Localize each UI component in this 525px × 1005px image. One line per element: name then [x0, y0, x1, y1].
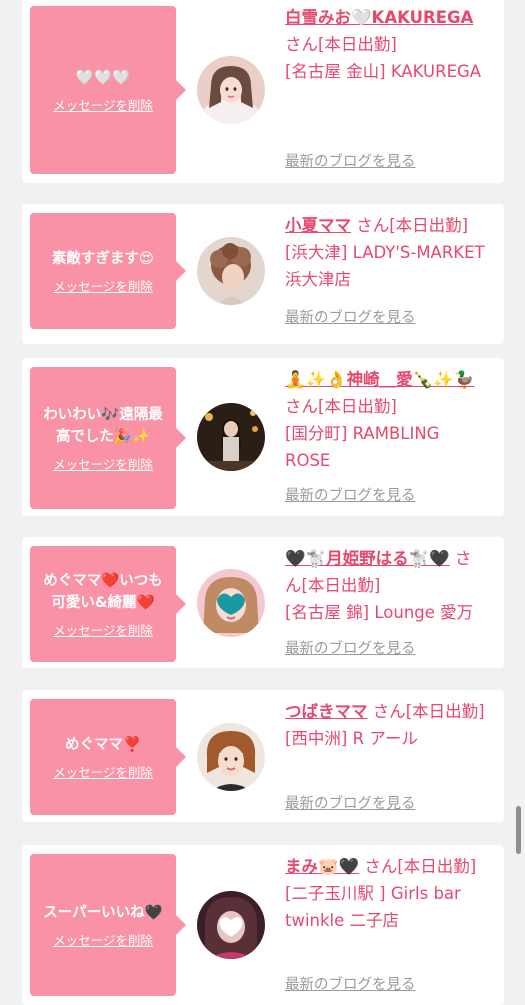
avatar[interactable]: [197, 569, 265, 637]
delete-message-link[interactable]: メッセージを削除: [53, 762, 153, 781]
honorific: さん: [356, 216, 390, 235]
honorific: さん: [364, 857, 398, 876]
message-card: わいわい🎶遠隔最高でした🎉✨ メッセージを削除 🧘✨👌神崎＿愛🍾✨🦆 さん[本日…: [22, 358, 504, 516]
avatar[interactable]: [197, 237, 265, 305]
latest-blog-link[interactable]: 最新のブログを見る: [285, 306, 416, 327]
sender-info: 小夏ママ さん[本日出勤] [浜大津] LADY'S-MARKET 浜大津店: [285, 212, 485, 293]
message-bubble: めぐママ❣️ メッセージを削除: [30, 699, 186, 815]
message-card: めぐママ❣️ メッセージを削除 つばきママ さん[本日出勤] [西中洲] R ア…: [22, 690, 504, 822]
status-text: [本日出勤]: [397, 857, 477, 876]
status-text: [本日出勤]: [405, 702, 485, 721]
message-card: めぐママ❤️いつも可愛い&綺麗❤️ メッセージを削除 🖤🐩月姫野はる🐩🖤 さん[…: [22, 537, 504, 668]
latest-blog-link[interactable]: 最新のブログを見る: [285, 484, 416, 505]
scrollbar-thumb[interactable]: [516, 806, 521, 854]
latest-blog-link[interactable]: 最新のブログを見る: [285, 792, 416, 813]
message-card: 素敵すぎます😍 メッセージを削除 小夏ママ さん[本日出勤] [浜大津] LAD…: [22, 204, 504, 344]
shop-text: [二子玉川駅 ] Girls bar twinkle 二子店: [285, 884, 461, 930]
sender-name-link[interactable]: 白雪みお🤍KAKUREGA: [285, 8, 473, 27]
status-text: [本日出勤]: [318, 397, 397, 416]
message-bubble: わいわい🎶遠隔最高でした🎉✨ メッセージを削除: [30, 367, 186, 509]
message-text: わいわい🎶遠隔最高でした🎉✨: [43, 406, 163, 445]
sender-name-link[interactable]: つばきママ: [285, 702, 368, 721]
message-bubble: スーパーいいね🖤 メッセージを削除: [30, 854, 186, 996]
sender-info: つばきママ さん[本日出勤] [西中洲] R アール: [285, 698, 485, 752]
sender-name-link[interactable]: 🧘✨👌神崎＿愛🍾✨🦆: [285, 370, 474, 389]
latest-blog-link[interactable]: 最新のブログを見る: [285, 973, 416, 994]
honorific: さん: [372, 702, 406, 721]
message-text: めぐママ❣️: [64, 736, 142, 753]
avatar[interactable]: [197, 56, 265, 124]
shop-text: [浜大津] LADY'S-MARKET 浜大津店: [285, 243, 485, 289]
status-text: [本日出勤]: [318, 35, 397, 54]
sender-name-link[interactable]: 🖤🐩月姫野はる🐩🖤: [285, 549, 450, 568]
honorific: さん: [285, 397, 318, 416]
sender-name-link[interactable]: 小夏ママ: [285, 216, 351, 235]
shop-text: [名古屋 金山] KAKUREGA: [285, 62, 482, 81]
message-text: めぐママ❤️いつも可愛い&綺麗❤️: [43, 572, 163, 611]
delete-message-link[interactable]: メッセージを削除: [53, 620, 153, 639]
avatar[interactable]: [197, 723, 265, 791]
latest-blog-link[interactable]: 最新のブログを見る: [285, 150, 416, 171]
sender-info: 白雪みお🤍KAKUREGA さん[本日出勤] [名古屋 金山] KAKUREGA: [285, 4, 485, 85]
shop-text: [国分町] RAMBLING ROSE: [285, 424, 440, 470]
message-text: スーパーいいね🖤: [43, 904, 163, 921]
status-text: [本日出勤]: [389, 216, 469, 235]
shop-text: [西中洲] R アール: [285, 729, 418, 748]
message-text: 素敵すぎます😍: [51, 250, 155, 267]
status-text: [本日出勤]: [301, 576, 381, 595]
message-bubble: 素敵すぎます😍 メッセージを削除: [30, 213, 186, 329]
message-card: 🤍🤍🤍 メッセージを削除 白雪みお🤍KAKUREGA さん[本日出勤] [名古屋…: [22, 0, 504, 183]
sender-info: 🧘✨👌神崎＿愛🍾✨🦆 さん[本日出勤] [国分町] RAMBLING ROSE: [285, 366, 485, 474]
avatar[interactable]: [197, 403, 265, 471]
latest-blog-link[interactable]: 最新のブログを見る: [285, 637, 416, 658]
delete-message-link[interactable]: メッセージを削除: [53, 454, 153, 473]
delete-message-link[interactable]: メッセージを削除: [53, 95, 153, 114]
sender-info: まみ🐷🖤 さん[本日出勤] [二子玉川駅 ] Girls bar twinkle…: [285, 853, 485, 934]
message-list: 🤍🤍🤍 メッセージを削除 白雪みお🤍KAKUREGA さん[本日出勤] [名古屋…: [0, 0, 525, 1005]
sender-name-link[interactable]: まみ🐷🖤: [285, 857, 359, 876]
message-bubble: めぐママ❤️いつも可愛い&綺麗❤️ メッセージを削除: [30, 546, 186, 662]
shop-text: [名古屋 錦] Lounge 愛万: [285, 603, 474, 622]
message-card: スーパーいいね🖤 メッセージを削除 まみ🐷🖤 さん[本日出勤] [二子玉川駅 ]…: [22, 845, 504, 1005]
message-bubble: 🤍🤍🤍 メッセージを削除: [30, 6, 186, 174]
delete-message-link[interactable]: メッセージを削除: [53, 276, 153, 295]
message-text: 🤍🤍🤍: [75, 69, 131, 86]
delete-message-link[interactable]: メッセージを削除: [53, 930, 153, 949]
honorific: さん: [285, 35, 318, 54]
sender-info: 🖤🐩月姫野はる🐩🖤 さん[本日出勤] [名古屋 錦] Lounge 愛万: [285, 545, 485, 626]
avatar[interactable]: [197, 891, 265, 959]
